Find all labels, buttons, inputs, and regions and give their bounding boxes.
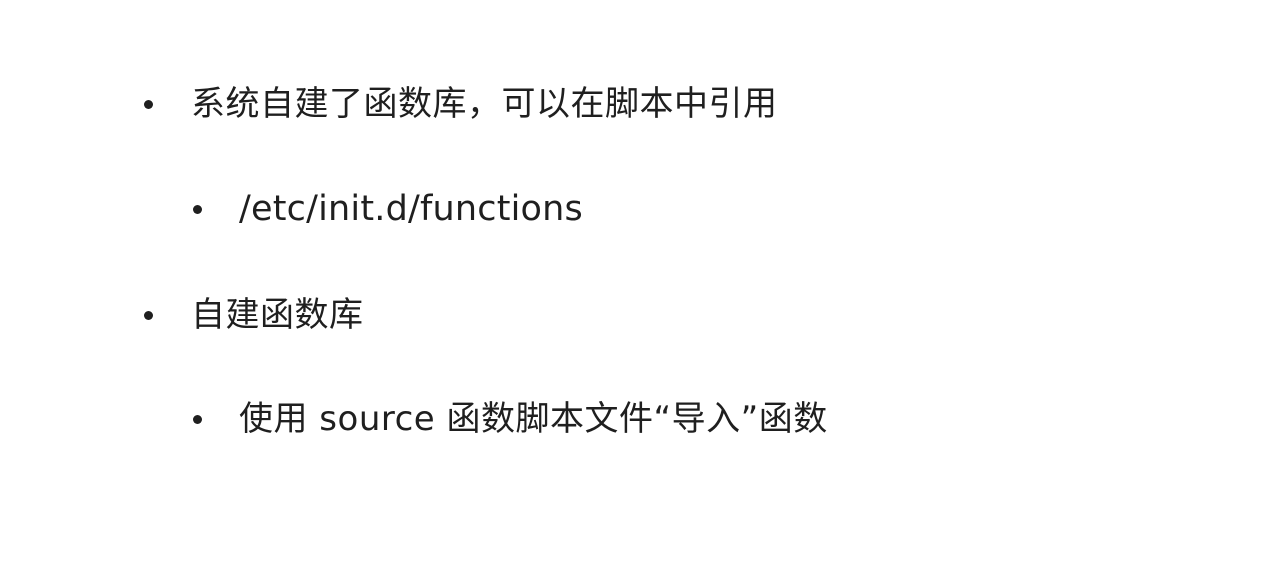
bullet-item-level-1: 系统自建了函数库，可以在脚本中引用 [144,82,778,126]
bullet-text: 使用 source 函数脚本文件“导入”函数 [239,399,828,439]
bullet-dot-icon [193,204,202,214]
bullet-item-level-2: 使用 source 函数脚本文件“导入”函数 [193,397,828,441]
bullet-text: 自建函数库 [191,295,364,335]
bullet-text: 系统自建了函数库，可以在脚本中引用 [191,84,778,124]
slide-content: 系统自建了函数库，可以在脚本中引用 /etc/init.d/functions … [0,0,1264,563]
bullet-dot-icon [193,414,202,424]
bullet-item-level-1: 自建函数库 [144,293,364,337]
bullet-dot-icon [144,310,153,320]
bullet-item-level-2: /etc/init.d/functions [193,187,583,231]
bullet-text: /etc/init.d/functions [239,189,583,229]
bullet-dot-icon [144,99,153,109]
